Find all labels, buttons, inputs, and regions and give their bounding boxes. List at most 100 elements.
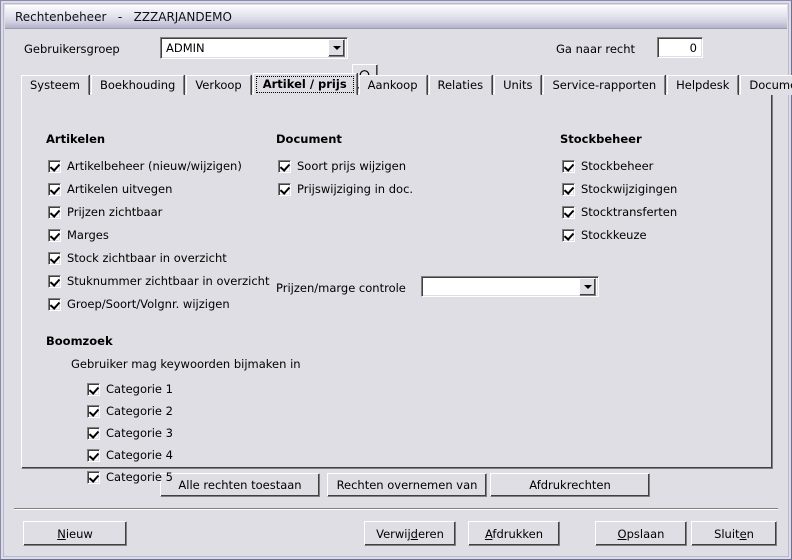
tab-label: Relaties: [437, 78, 484, 92]
tab-aankoop[interactable]: Aankoop: [358, 75, 427, 95]
chevron-down-icon[interactable]: [579, 277, 596, 296]
tab-label: Helpdesk: [676, 78, 730, 92]
checkbox-categorie-2[interactable]: Categorie 2: [87, 404, 173, 418]
tab-label: Service-rapporten: [552, 78, 657, 92]
checkbox-box[interactable]: [87, 382, 100, 396]
checkbox-box[interactable]: [87, 448, 100, 462]
ga-naar-recht-input[interactable]: 0: [657, 37, 703, 58]
checkbox-stockwijzigingen[interactable]: Stockwijzigingen: [562, 182, 677, 196]
checkbox-label: Categorie 5: [106, 470, 173, 484]
sluiten-button[interactable]: Sluiten: [691, 521, 777, 546]
checkbox-prijzen-zichtbaar[interactable]: Prijzen zichtbaar: [48, 205, 162, 219]
checkbox-box[interactable]: [278, 182, 291, 196]
checkbox-categorie-1[interactable]: Categorie 1: [87, 382, 173, 396]
group-title-stockbeheer: Stockbeheer: [560, 132, 642, 146]
ga-naar-recht-label: Ga naar recht: [556, 42, 636, 56]
checkbox-label: Stock zichtbaar in overzicht: [67, 251, 227, 265]
tab-artikel-prijs[interactable]: Artikel / prijs: [252, 73, 357, 95]
tab-label: Aankoop: [367, 78, 418, 92]
checkbox-label: Categorie 1: [106, 382, 173, 396]
tab-label: Documenten: [749, 78, 792, 92]
tab-verkoop[interactable]: Verkoop: [186, 75, 251, 95]
checkbox-stockbeheer[interactable]: Stockbeheer: [562, 159, 653, 173]
checkbox-marges[interactable]: Marges: [48, 228, 109, 242]
afdrukrechten-button[interactable]: Afdrukrechten: [490, 473, 650, 497]
checkbox-label: Artikelen uitvegen: [67, 182, 173, 196]
checkbox-stockkeuze[interactable]: Stockkeuze: [562, 228, 647, 242]
checkbox-box[interactable]: [562, 205, 575, 219]
footer-button-bar: Nieuw Verwijderen Afdrukken Opslaan Slui…: [5, 513, 787, 556]
tab-helpdesk[interactable]: Helpdesk: [667, 75, 739, 95]
checkbox-label: Prijzen zichtbaar: [67, 205, 163, 219]
focus-rectangle: [255, 76, 354, 93]
checkbox-box[interactable]: [48, 182, 61, 196]
checkbox-label: Stocktransferten: [581, 205, 678, 219]
checkbox-box[interactable]: [562, 159, 575, 173]
group-title-boomzoek: Boomzoek: [46, 334, 113, 348]
gebruikersgroep-label: Gebruikersgroep: [24, 42, 120, 56]
checkbox-artikelbeheer[interactable]: Artikelbeheer (nieuw/wijzigen): [48, 159, 242, 173]
checkbox-label: Categorie 2: [106, 404, 173, 418]
alle-rechten-toestaan-button[interactable]: Alle rechten toestaan: [160, 473, 320, 497]
checkbox-categorie-5[interactable]: Categorie 5: [87, 470, 173, 484]
checkbox-box[interactable]: [48, 297, 61, 311]
toolbar: Gebruikersgroep ADMIN Ga naar recht 0: [5, 29, 787, 69]
checkbox-box[interactable]: [562, 228, 575, 242]
checkbox-label: Stockbeheer: [581, 159, 654, 173]
rechten-overnemen-van-button[interactable]: Rechten overnemen van: [327, 473, 487, 497]
checkbox-box[interactable]: [48, 251, 61, 265]
checkbox-label: Categorie 4: [106, 448, 173, 462]
tab-units[interactable]: Units: [494, 75, 542, 95]
btn-text: Verwijderen: [376, 526, 444, 541]
tab-boekhouding[interactable]: Boekhouding: [90, 75, 185, 95]
prijzen-marge-controle-combobox[interactable]: [421, 276, 599, 297]
checkbox-box[interactable]: [562, 182, 575, 196]
checkbox-soort-prijs-wijzigen[interactable]: Soort prijs wijzigen: [278, 159, 406, 173]
prijzen-marge-controle-label: Prijzen/marge controle: [276, 281, 406, 295]
afdrukken-button[interactable]: Afdrukken: [468, 521, 560, 546]
rechtenbeheer-window: Rechtenbeheer - ZZZARJANDEMO Gebruikersg…: [0, 0, 792, 560]
btn-text: Opslaan: [617, 526, 665, 541]
checkbox-box[interactable]: [87, 404, 100, 418]
tab-strip: Systeem Boekhouding Verkoop Artikel / pr…: [21, 73, 792, 95]
chevron-down-icon[interactable]: [328, 39, 345, 57]
opslaan-button[interactable]: Opslaan: [595, 521, 687, 546]
checkbox-label: Artikelbeheer (nieuw/wijzigen): [67, 159, 242, 173]
checkbox-stuknummer-zichtbaar[interactable]: Stuknummer zichtbaar in overzicht: [48, 274, 269, 288]
checkbox-categorie-4[interactable]: Categorie 4: [87, 448, 173, 462]
tab-page-artikel-prijs: Artikelen Artikelbeheer (nieuw/wijzigen)…: [21, 93, 773, 484]
checkbox-groep-soort-volgnr[interactable]: Groep/Soort/Volgnr. wijzigen: [48, 297, 230, 311]
checkbox-categorie-3[interactable]: Categorie 3: [87, 426, 173, 440]
gebruikersgroep-combobox[interactable]: ADMIN: [160, 37, 348, 59]
checkbox-box[interactable]: [48, 228, 61, 242]
tab-relaties[interactable]: Relaties: [428, 75, 493, 95]
checkbox-label: Stockwijzigingen: [581, 182, 678, 196]
group-title-document: Document: [276, 132, 342, 146]
checkbox-box[interactable]: [87, 470, 100, 484]
checkbox-label: Groep/Soort/Volgnr. wijzigen: [67, 297, 230, 311]
tab-systeem[interactable]: Systeem: [21, 75, 89, 95]
checkbox-prijswijziging-in-doc[interactable]: Prijswijziging in doc.: [278, 182, 413, 196]
btn-text: Afdrukken: [484, 526, 544, 541]
checkbox-box[interactable]: [48, 274, 61, 288]
client-area: Gebruikersgroep ADMIN Ga naar recht 0 Sy…: [5, 29, 792, 556]
title-bar[interactable]: Rechtenbeheer - ZZZARJANDEMO: [5, 5, 787, 29]
checkbox-label: Prijswijziging in doc.: [297, 182, 414, 196]
checkbox-box[interactable]: [87, 426, 100, 440]
checkbox-artikelen-uitvegen[interactable]: Artikelen uitvegen: [48, 182, 172, 196]
gebruikersgroep-value: ADMIN: [166, 41, 205, 55]
btn-text: Sluiten: [714, 526, 754, 541]
checkbox-box[interactable]: [278, 159, 291, 173]
tab-label: Units: [503, 78, 533, 92]
checkbox-stock-zichtbaar[interactable]: Stock zichtbaar in overzicht: [48, 251, 227, 265]
verwijderen-button[interactable]: Verwijderen: [364, 521, 456, 546]
group-title-artikelen: Artikelen: [46, 132, 106, 146]
checkbox-box[interactable]: [48, 205, 61, 219]
nieuw-button[interactable]: Nieuw: [23, 521, 127, 546]
checkbox-box[interactable]: [48, 159, 61, 173]
checkbox-stocktransferten[interactable]: Stocktransferten: [562, 205, 677, 219]
window-title: Rechtenbeheer - ZZZARJANDEMO: [15, 9, 232, 24]
tab-label: Boekhouding: [99, 78, 176, 92]
tab-service-rapporten[interactable]: Service-rapporten: [543, 75, 666, 95]
tab-documenten[interactable]: Documenten: [740, 75, 792, 95]
